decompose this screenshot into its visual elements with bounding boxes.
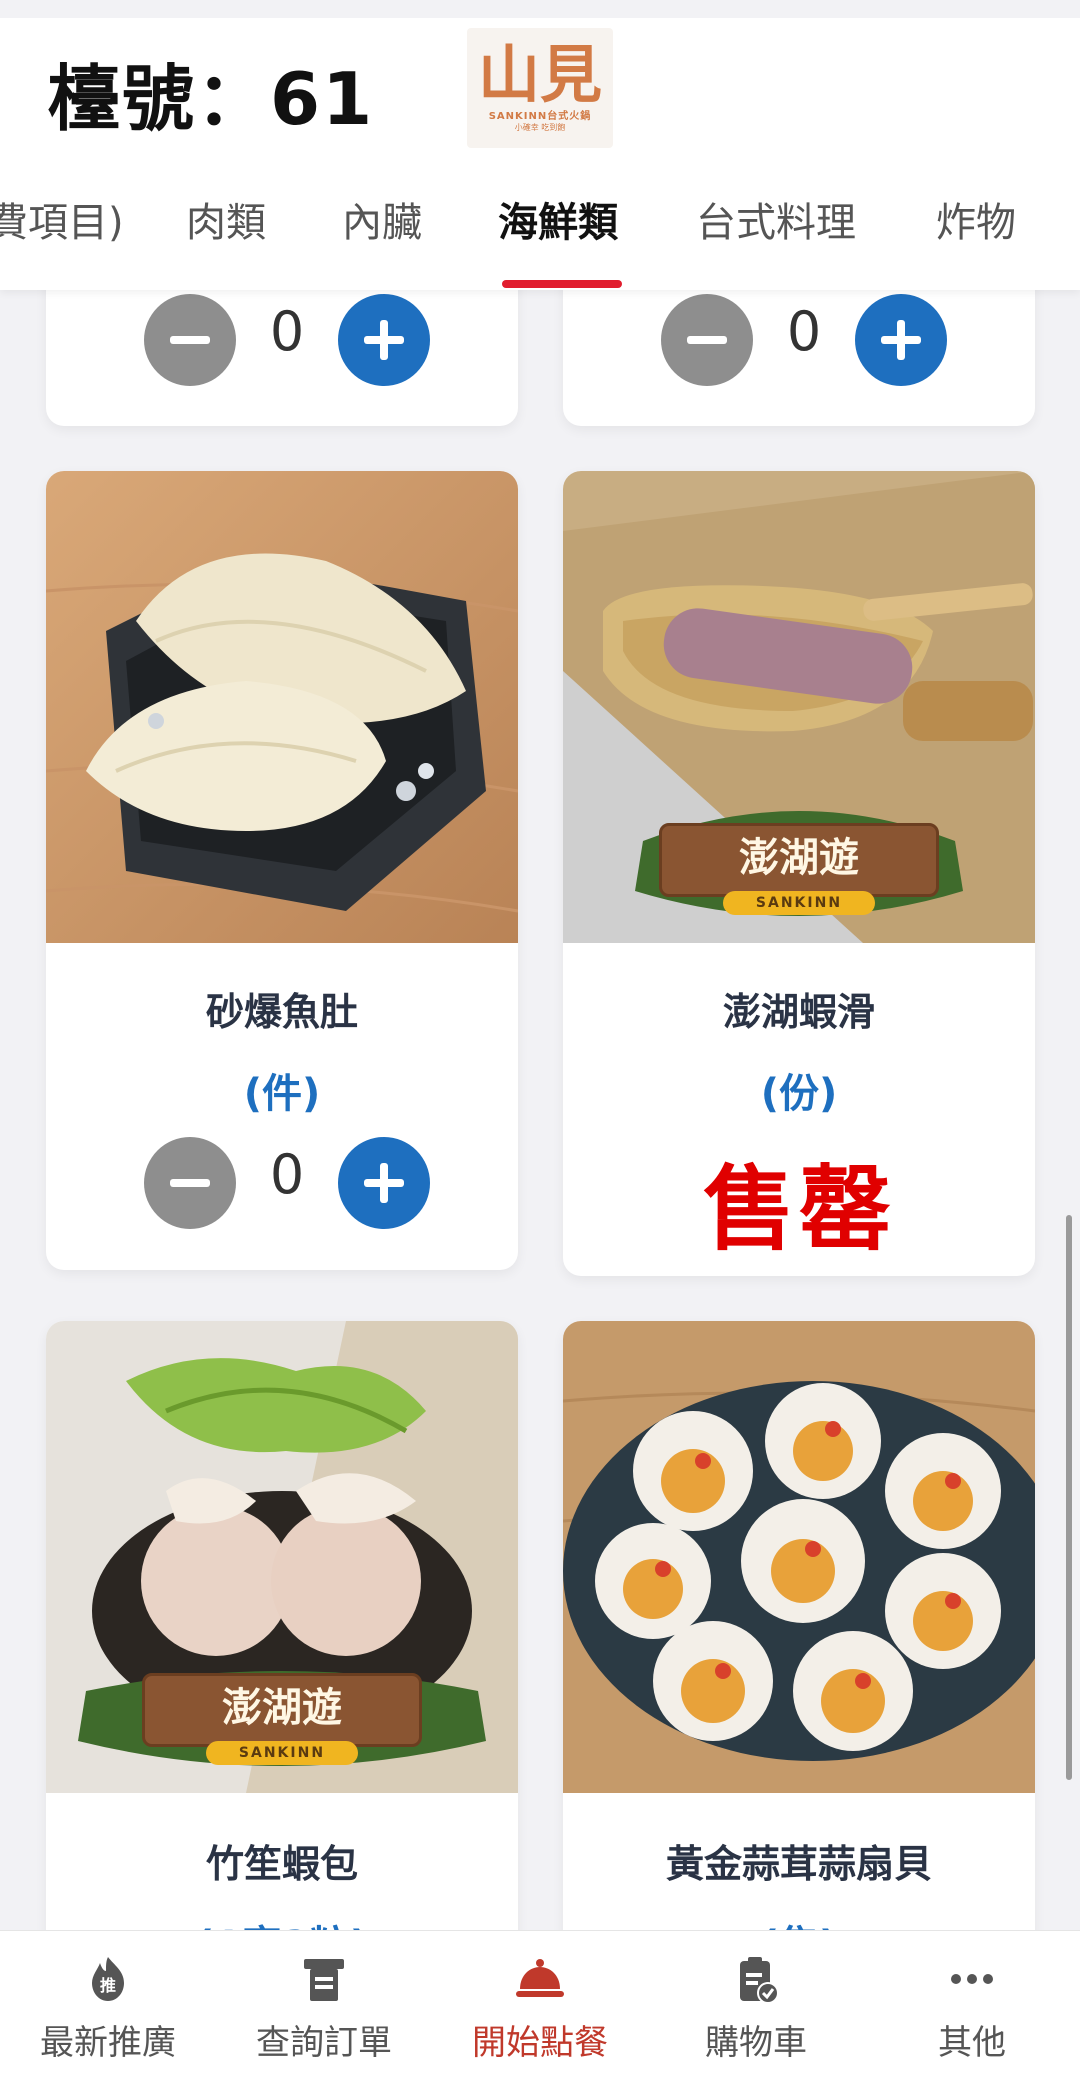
tab-offal[interactable]: 內臟: [342, 190, 422, 248]
product-image-shrimp-bun: 澎湖遊 SANKINN: [46, 1321, 518, 1793]
bottom-navigation: 推 最新推廣 查詢訂單 開始點餐 購物車 其他: [0, 1930, 1080, 2088]
clipboard-check-icon: [732, 1955, 780, 2004]
product-unit: (件): [243, 1071, 321, 1117]
product-card-shrimp-bun[interactable]: 澎湖遊 SANKINN 竹笙蝦包 (1客2粒): [46, 1321, 518, 2021]
logo-mark: 山見: [477, 38, 602, 111]
promo-badge-sub: SANKINN: [206, 1741, 358, 1765]
nav-label: 最新推廣: [40, 2023, 176, 2063]
plus-button[interactable]: [338, 294, 430, 386]
logo-subtitle: 小確幸 吃到飽: [514, 123, 566, 132]
product-name: 澎湖蝦滑: [722, 990, 875, 1034]
status-bar: [0, 0, 1080, 18]
product-image-shrimp-paste: 澎湖遊 SANKINN: [563, 471, 1035, 943]
quantity-stepper: 0: [563, 294, 1035, 386]
restaurant-logo: 山見 SANKINN台式火鍋 小確幸 吃到飽: [467, 28, 613, 148]
nav-label: 查詢訂單: [256, 2023, 392, 2063]
product-image-scallop: [563, 1321, 1035, 1793]
product-unit: (份): [760, 1071, 838, 1117]
nav-label: 開始點餐: [472, 2023, 608, 2063]
nav-label: 其他: [938, 2023, 1006, 2063]
quantity-value: 0: [269, 1143, 305, 1206]
promo-flame-icon: 推: [84, 1955, 132, 2003]
table-number: 檯號：61: [48, 57, 375, 141]
nav-item-promotions[interactable]: 推 最新推廣: [0, 1955, 216, 2075]
more-dots-icon: [948, 1955, 996, 2003]
promo-badge: 澎湖遊: [659, 823, 939, 897]
quantity-stepper: 0: [46, 294, 518, 386]
minus-button[interactable]: [144, 1137, 236, 1229]
quantity-stepper: 0: [46, 1137, 518, 1229]
promo-badge-sub: SANKINN: [723, 891, 875, 915]
scrollbar[interactable]: [1066, 1215, 1072, 1780]
nav-item-orders[interactable]: 查詢訂單: [216, 1955, 432, 2075]
nav-item-start-ordering[interactable]: 開始點餐: [432, 1955, 648, 2075]
quantity-value: 0: [786, 300, 822, 363]
active-tab-indicator: [502, 280, 622, 288]
plus-button[interactable]: [855, 294, 947, 386]
svg-text:推: 推: [100, 1976, 116, 1995]
quantity-value: 0: [269, 300, 305, 363]
promo-badge: 澎湖遊: [142, 1673, 422, 1747]
product-card-fish-maw[interactable]: 砂爆魚肚 (件) 0: [46, 471, 518, 1270]
sold-out-label: 售罄: [702, 1156, 895, 1263]
tab-meat[interactable]: 肉類: [186, 190, 266, 248]
product-name: 竹笙蝦包: [205, 1842, 358, 1886]
tab-fried-food[interactable]: 炸物: [936, 190, 1016, 248]
nav-item-more[interactable]: 其他: [864, 1955, 1080, 2075]
minus-button[interactable]: [661, 294, 753, 386]
header: 檯號：61 山見 SANKINN台式火鍋 小確幸 吃到飽 費項目) 肉類 內臟 …: [0, 0, 1080, 290]
plus-button[interactable]: [338, 1137, 430, 1229]
tab-seafood[interactable]: 海鮮類: [498, 190, 618, 248]
product-card-shrimp-paste[interactable]: 澎湖遊 SANKINN 澎湖蝦滑 (份) 售罄: [563, 471, 1035, 1276]
product-card-scallop[interactable]: 黃金蒜茸蒜扇貝 (隻): [563, 1321, 1035, 2021]
tab-buffet-items[interactable]: 費項目): [0, 190, 124, 248]
nav-item-cart[interactable]: 購物車: [648, 1955, 864, 2075]
minus-button[interactable]: [144, 294, 236, 386]
order-printer-icon: [300, 1955, 348, 2003]
cloche-icon: [516, 1955, 564, 2003]
product-name: 砂爆魚肚: [205, 990, 358, 1034]
tab-taiwanese-dishes[interactable]: 台式料理: [696, 190, 856, 248]
product-name: 黃金蒜茸蒜扇貝: [665, 1842, 932, 1886]
product-image-fish-maw: [46, 471, 518, 943]
logo-text: SANKINN台式火鍋: [488, 111, 592, 122]
nav-label: 購物車: [705, 2023, 807, 2063]
category-tabs: 費項目) 肉類 內臟 海鮮類 台式料理 炸物: [0, 180, 1080, 290]
